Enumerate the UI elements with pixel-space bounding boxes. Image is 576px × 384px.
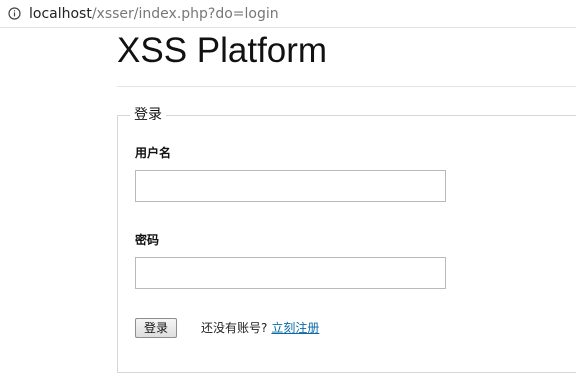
password-label: 密码 [135, 233, 160, 247]
username-field[interactable] [135, 170, 446, 202]
register-link[interactable]: 立刻注册 [271, 321, 319, 335]
username-label: 用户名 [135, 146, 172, 160]
password-field[interactable] [135, 257, 446, 289]
login-fieldset [117, 115, 576, 373]
login-legend: 登录 [130, 104, 166, 126]
url-path: /xsser/index.php?do=login [91, 5, 279, 22]
login-button[interactable]: 登录 [135, 318, 177, 338]
register-prompt: 还没有账号? 立刻注册 [201, 320, 319, 336]
url-host: localhost [29, 5, 92, 22]
title-divider [117, 86, 576, 87]
no-account-text: 还没有账号? [201, 321, 268, 335]
page-title: XSS Platform [117, 31, 328, 70]
info-icon[interactable] [8, 7, 21, 20]
address-bar[interactable]: localhost/xsser/index.php?do=login [0, 0, 576, 28]
